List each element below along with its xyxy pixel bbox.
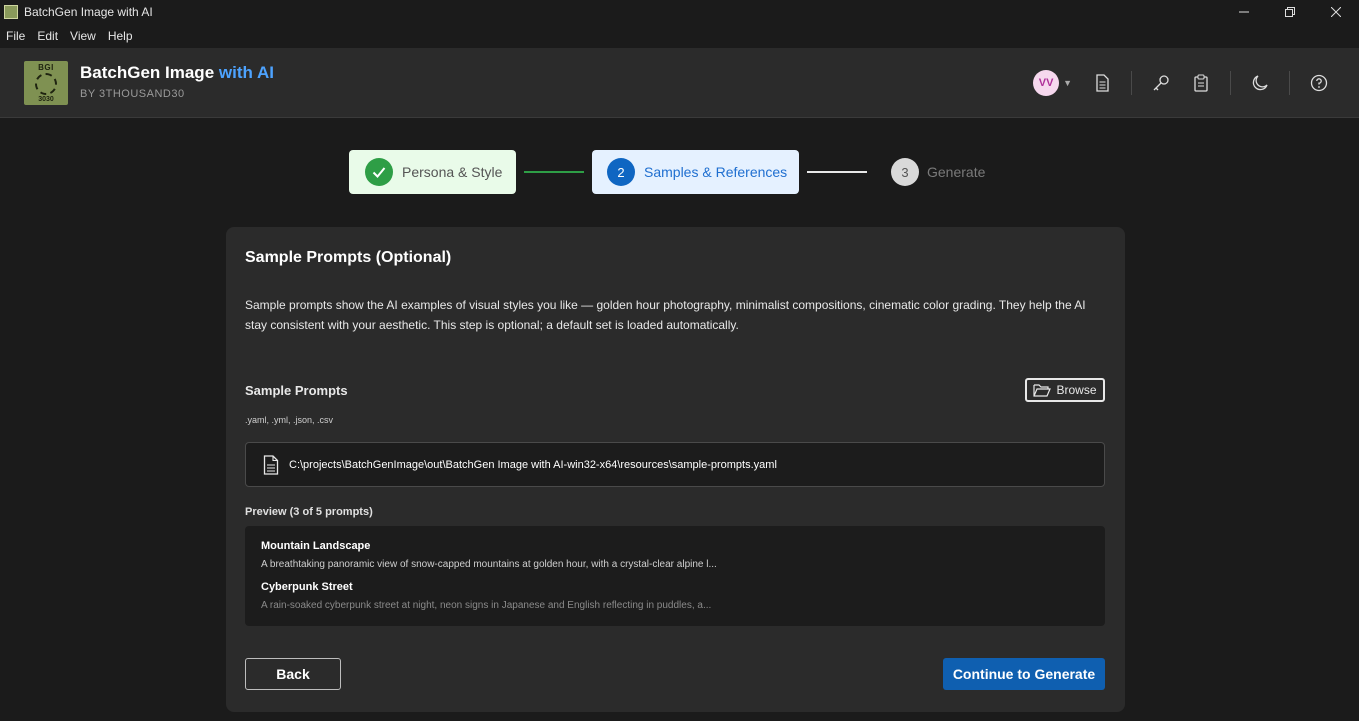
step-persona-style[interactable]: Persona & Style [349, 150, 516, 194]
window-title: BatchGen Image with AI [24, 5, 153, 19]
moon-icon [1252, 75, 1268, 91]
sample-prompts-label: Sample Prompts [245, 383, 348, 398]
continue-to-generate-button[interactable]: Continue to Generate [943, 658, 1105, 690]
sample-prompts-card: Sample Prompts (Optional) Sample prompts… [226, 227, 1125, 712]
card-title: Sample Prompts (Optional) [245, 249, 452, 266]
menu-edit[interactable]: Edit [31, 29, 64, 43]
app-title: BatchGen Image with AI [80, 63, 274, 83]
close-button[interactable] [1313, 0, 1359, 24]
browse-button[interactable]: Browse [1025, 378, 1105, 402]
menu-bar: File Edit View Help [0, 24, 1359, 48]
prompt-preview-list[interactable]: Mountain Landscape A breathtaking panora… [245, 526, 1105, 626]
step-complete-badge [365, 158, 393, 186]
help-button[interactable] [1309, 73, 1329, 93]
list-item: Cyberpunk Street A rain-soaked cyberpunk… [261, 581, 711, 611]
chevron-down-icon: ▼ [1063, 78, 1072, 88]
header-separator [1131, 71, 1132, 95]
header-separator [1289, 71, 1290, 95]
step-label: Generate [927, 164, 986, 180]
selected-file-field[interactable]: C:\projects\BatchGenImage\out\BatchGen I… [245, 442, 1105, 487]
logo-ring-icon [35, 73, 57, 95]
step-label: Persona & Style [402, 164, 503, 180]
window-controls [1221, 0, 1359, 24]
menu-file[interactable]: File [0, 29, 31, 43]
step-number-badge: 3 [891, 158, 919, 186]
step-connector [807, 171, 867, 173]
avatar: VV [1033, 70, 1060, 96]
folder-open-icon [1033, 383, 1052, 397]
app-logo: BGI 3030 [24, 61, 68, 105]
menu-view[interactable]: View [64, 29, 102, 43]
step-generate[interactable]: 3 Generate [891, 150, 985, 194]
wizard-stepper: Persona & Style 2 Samples & References 3… [0, 150, 1359, 194]
restore-icon [1285, 7, 1295, 17]
list-item: Mountain Landscape A breathtaking panora… [261, 540, 717, 570]
title-bar: BatchGen Image with AI [0, 0, 1359, 24]
logo-text-top: BGI [38, 63, 54, 72]
prompt-name: Mountain Landscape [261, 540, 371, 552]
help-icon [1310, 74, 1328, 92]
document-icon [1096, 74, 1109, 92]
app-title-main: BatchGen Image [80, 63, 215, 82]
prompt-text: A breathtaking panoramic view of snow-ca… [261, 559, 717, 570]
step-connector [524, 171, 584, 173]
key-icon [1153, 75, 1169, 91]
app-header: BGI 3030 BatchGen Image with AI BY 3THOU… [0, 48, 1359, 118]
clipboard-icon [1194, 74, 1208, 92]
minimize-button[interactable] [1221, 0, 1267, 24]
file-extensions-hint: .yaml, .yml, .json, .csv [245, 415, 334, 425]
header-toolbar: VV ▼ [1033, 48, 1359, 118]
step-samples-references[interactable]: 2 Samples & References [592, 150, 799, 194]
app-subtitle: BY 3THOUSAND30 [80, 88, 185, 100]
maximize-button[interactable] [1267, 0, 1313, 24]
clipboard-button[interactable] [1191, 73, 1211, 93]
close-icon [1331, 7, 1341, 17]
document-button[interactable] [1092, 73, 1112, 93]
api-key-button[interactable] [1151, 73, 1171, 93]
file-icon [263, 454, 279, 475]
step-label: Samples & References [644, 164, 788, 180]
preview-label: Preview (3 of 5 prompts) [245, 506, 373, 518]
step-number-badge: 2 [607, 158, 635, 186]
prompt-text: A rain-soaked cyberpunk street at night,… [261, 600, 712, 611]
minimize-icon [1239, 11, 1249, 13]
logo-text-bottom: 3030 [38, 96, 54, 103]
app-title-accent: with AI [218, 63, 274, 82]
card-description: Sample prompts show the AI examples of v… [245, 298, 1086, 332]
file-path: C:\projects\BatchGenImage\out\BatchGen I… [289, 458, 777, 471]
prompt-name: Cyberpunk Street [261, 581, 353, 593]
app-icon [4, 5, 18, 19]
browse-label: Browse [1056, 383, 1097, 397]
user-menu[interactable]: VV ▼ [1033, 70, 1072, 96]
check-icon [372, 167, 386, 178]
back-button[interactable]: Back [245, 658, 341, 690]
theme-toggle-button[interactable] [1250, 73, 1270, 93]
menu-help[interactable]: Help [102, 29, 139, 43]
header-separator [1230, 71, 1231, 95]
